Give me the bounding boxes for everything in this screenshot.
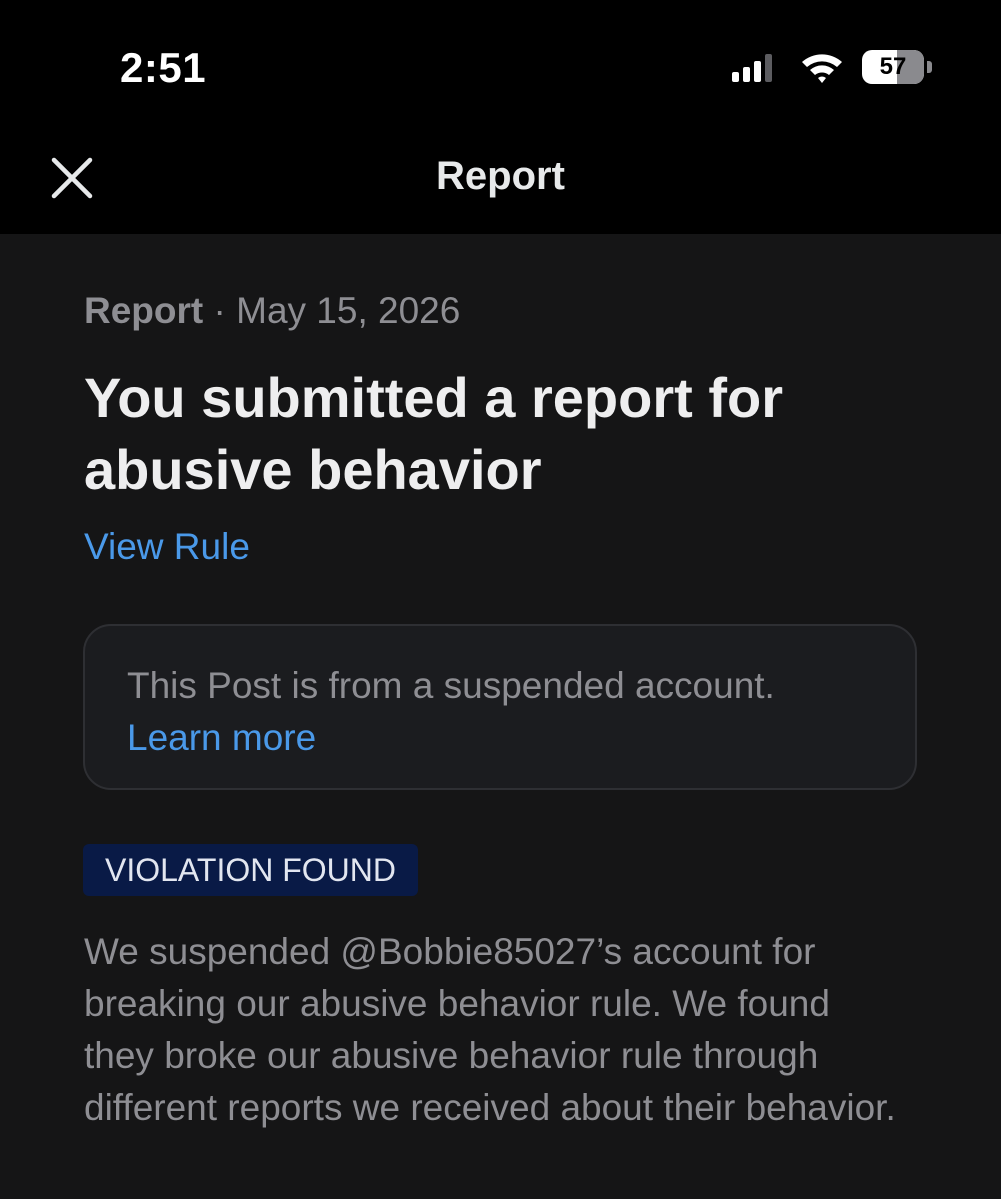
report-headline: You submitted a report for abusive behav… bbox=[84, 366, 783, 501]
top-nav-bar: Report bbox=[0, 130, 1001, 234]
report-result-text: We suspended @Bobbie85027’s account for … bbox=[84, 931, 896, 1128]
report-meta: Report · May 15, 2026 bbox=[84, 290, 460, 332]
suspended-account-notice: This Post is from a suspended account. L… bbox=[83, 624, 917, 790]
violation-found-badge: VIOLATION FOUND bbox=[83, 844, 418, 896]
report-meta-separator: · bbox=[203, 290, 237, 331]
status-bar: 2:51 57 bbox=[0, 0, 1001, 130]
learn-more-link[interactable]: Learn more bbox=[127, 712, 316, 764]
battery-body: 57 bbox=[862, 50, 924, 84]
wifi-icon bbox=[802, 54, 842, 83]
notice-text: This Post is from a suspended account. bbox=[127, 665, 775, 706]
report-date: May 15, 2026 bbox=[236, 290, 461, 331]
battery-icon: 57 bbox=[862, 50, 934, 84]
battery-cap bbox=[927, 61, 932, 73]
report-detail: Report · May 15, 2026 You submitted a re… bbox=[0, 234, 1001, 1199]
view-rule-link[interactable]: View Rule bbox=[84, 526, 250, 568]
page-title: Report bbox=[436, 154, 565, 198]
battery-level: 57 bbox=[879, 53, 907, 80]
report-meta-label: Report bbox=[84, 290, 204, 331]
cellular-signal-icon bbox=[732, 54, 772, 82]
status-time: 2:51 bbox=[120, 44, 207, 91]
